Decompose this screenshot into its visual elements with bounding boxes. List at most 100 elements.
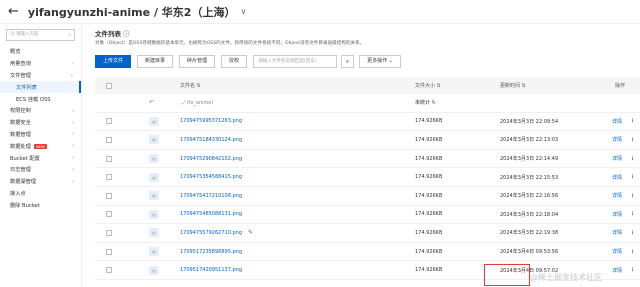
image-file-icon: ▤ [149, 247, 159, 257]
more-vertical-icon[interactable]: ⋮ [630, 249, 635, 255]
toolbar: 上传文件 新建目录 碎片管理 授权 请输入文件名前缀匹配(回车) ⌕ 更多操作 … [95, 55, 407, 68]
image-file-icon: ▤ [149, 228, 159, 238]
row-checkbox[interactable] [106, 136, 112, 143]
row-checkbox[interactable] [106, 118, 112, 125]
parent-path[interactable]: ../ (to_anime) [180, 100, 213, 106]
sidebar-item-data-processing[interactable]: 数据处理 NEW › [0, 140, 81, 152]
new-directory-button[interactable]: 新建目录 [137, 55, 174, 68]
row-checkbox[interactable] [106, 229, 112, 236]
row-checkbox[interactable] [106, 174, 112, 181]
sidebar-item-data-lake[interactable]: 数据湖管理 › [0, 176, 81, 188]
table-row[interactable]: ▤ 1709475995371263.png 174.926KB 2024年3月3日 … [95, 113, 640, 132]
row-checkbox[interactable] [106, 248, 112, 255]
more-vertical-icon[interactable]: ⋮ [630, 211, 635, 217]
file-name[interactable]: 1709475354588415.png [180, 174, 242, 180]
more-vertical-icon[interactable]: ⋮ [630, 137, 635, 143]
detail-link[interactable]: 详情 [612, 211, 622, 218]
sidebar-item-label: 概览 [10, 49, 21, 56]
table-row[interactable]: ▤ 1709517235898895.png 174.926KB 2024年3月4日 … [95, 243, 640, 262]
more-vertical-icon[interactable]: ⋮ [630, 230, 635, 236]
file-name-text[interactable]: 1709475579262710.png [180, 230, 242, 236]
select-all-checkbox[interactable] [106, 82, 112, 89]
more-vertical-icon[interactable]: ⋮ [630, 156, 635, 162]
table-row[interactable]: ▤ 1709475184330124.png 174.926KB 2024年3月3日 … [95, 131, 640, 150]
image-file-icon: ▤ [149, 265, 159, 275]
sidebar-item-overview[interactable]: 概览 [0, 46, 81, 58]
page-title: 文件列表 ⓘ [95, 28, 129, 38]
file-name[interactable]: 1709475290842102.png [180, 156, 242, 162]
sidebar-item-usage[interactable]: 用量查询 › [0, 58, 81, 70]
file-search-input[interactable]: 请输入文件名前缀匹配(回车) [253, 55, 338, 68]
file-table: 文件名 ⇅ 文件大小 ⇅ 更新时间 ⇅ 操作 ↶ ../ (to_anime) … [95, 77, 640, 280]
sidebar-item-access-control[interactable]: 权限控制 › [0, 105, 81, 117]
sidebar-item-access-point[interactable]: 接入点 [0, 188, 81, 200]
upload-button[interactable]: 上传文件 [95, 55, 132, 68]
file-size: 174.926KB [415, 267, 443, 274]
table-row[interactable]: ▤ 1709475579262710.png ✎ 174.926KB 2024年3月3日… [95, 224, 640, 243]
row-checkbox[interactable] [106, 192, 112, 199]
row-checkbox[interactable] [106, 267, 112, 274]
column-time[interactable]: 更新时间 ⇅ [500, 82, 526, 89]
table-row[interactable]: ▤ 1709475354588415.png 174.926KB 2024年3月3日 … [95, 168, 640, 187]
detail-link[interactable]: 详情 [612, 118, 622, 125]
sidebar-item-bucket-config[interactable]: Bucket 配置 › [0, 152, 81, 164]
chevron-right-icon: › [72, 166, 74, 173]
chevron-down-icon[interactable]: ∨ [240, 7, 246, 16]
file-name[interactable]: 1709475995371263.png [180, 118, 242, 124]
chevron-right-icon: › [72, 119, 74, 126]
return-icon: ↶ [149, 99, 155, 107]
file-name[interactable]: 1709475184330124.png [180, 137, 242, 143]
sidebar-item-label: 文件列表 [16, 84, 37, 91]
row-checkbox[interactable] [106, 211, 112, 218]
sidebar-item-ecs-mount[interactable]: ECS 挂载 OSS [0, 93, 81, 105]
search-icon[interactable]: ⌕ [341, 55, 355, 68]
file-name[interactable]: 1709517420951137.png [180, 267, 242, 273]
detail-link[interactable]: 详情 [612, 174, 622, 181]
table-row[interactable]: ▤ 1709475290842102.png 174.926KB 2024年3月3日 … [95, 150, 640, 169]
file-name[interactable]: 1709475417210108.png [180, 193, 242, 199]
sidebar-item-file-list[interactable]: 文件列表 [0, 81, 81, 94]
help-icon[interactable]: ⓘ [123, 31, 129, 38]
back-arrow-icon[interactable]: ← [8, 4, 19, 19]
sidebar-item-label: 数据管理 [10, 131, 31, 138]
detail-link[interactable]: 详情 [612, 155, 622, 162]
sidebar-item-file-management[interactable]: 文件管理 ⌄ [0, 70, 81, 82]
detail-link[interactable]: 详情 [612, 267, 622, 274]
sidebar-item-label: 数据湖管理 [10, 179, 36, 186]
column-size[interactable]: 文件大小 ⇅ [415, 82, 441, 89]
sidebar-item-data-security[interactable]: 数据安全 › [0, 117, 81, 129]
sidebar-item-data-management[interactable]: 数据管理 › [0, 129, 81, 141]
file-size: 174.926KB [415, 155, 443, 162]
file-time: 2024年3月3日 22:13:03 [500, 137, 559, 144]
file-time: 2024年3月3日 22:15:53 [500, 174, 559, 181]
file-size: 174.926KB [415, 118, 443, 125]
file-name[interactable]: 1709517235898895.png [180, 249, 242, 255]
chevron-right-icon: › [72, 155, 74, 162]
more-vertical-icon[interactable]: ⋮ [630, 267, 635, 273]
table-row[interactable]: ▤ 1709475485088131.png 174.926KB 2024年3月3日 … [95, 206, 640, 225]
parent-directory-row[interactable]: ↶ ../ (to_anime) 未统计 ↻ [95, 94, 640, 113]
authorize-button[interactable]: 授权 [221, 55, 248, 68]
file-name[interactable]: 1709475485088131.png [180, 211, 242, 217]
file-size: 174.926KB [415, 174, 443, 181]
table-row[interactable]: ▤ 1709475417210108.png 174.926KB 2024年3月3日 … [95, 187, 640, 206]
size-uncounted[interactable]: 未统计 ↻ [415, 99, 436, 106]
more-vertical-icon[interactable]: ⋮ [630, 174, 635, 180]
file-time: 2024年3月3日 22:14:49 [500, 156, 559, 163]
detail-link[interactable]: 详情 [612, 136, 622, 143]
chevron-right-icon: › [72, 131, 74, 138]
sidebar-search-input[interactable]: Q 请输入内容 ⌕ [6, 29, 75, 41]
column-name[interactable]: 文件名 ⇅ [180, 82, 201, 89]
detail-link[interactable]: 详情 [612, 192, 622, 199]
sidebar-item-delete-bucket[interactable]: 删除 Bucket [0, 199, 81, 211]
sidebar-item-logs[interactable]: 日志管理 › [0, 164, 81, 176]
more-vertical-icon[interactable]: ⋮ [630, 193, 635, 199]
detail-link[interactable]: 详情 [612, 248, 622, 255]
row-checkbox[interactable] [106, 155, 112, 162]
more-vertical-icon[interactable]: ⋮ [630, 118, 635, 124]
edit-pencil-icon[interactable]: ✎ [248, 229, 253, 236]
detail-link[interactable]: 详情 [612, 229, 622, 236]
file-name[interactable]: 1709475579262710.png ✎ [180, 229, 253, 236]
more-actions-button[interactable]: 更多操作 ⌄ [359, 55, 401, 68]
fragment-management-button[interactable]: 碎片管理 [179, 55, 216, 68]
